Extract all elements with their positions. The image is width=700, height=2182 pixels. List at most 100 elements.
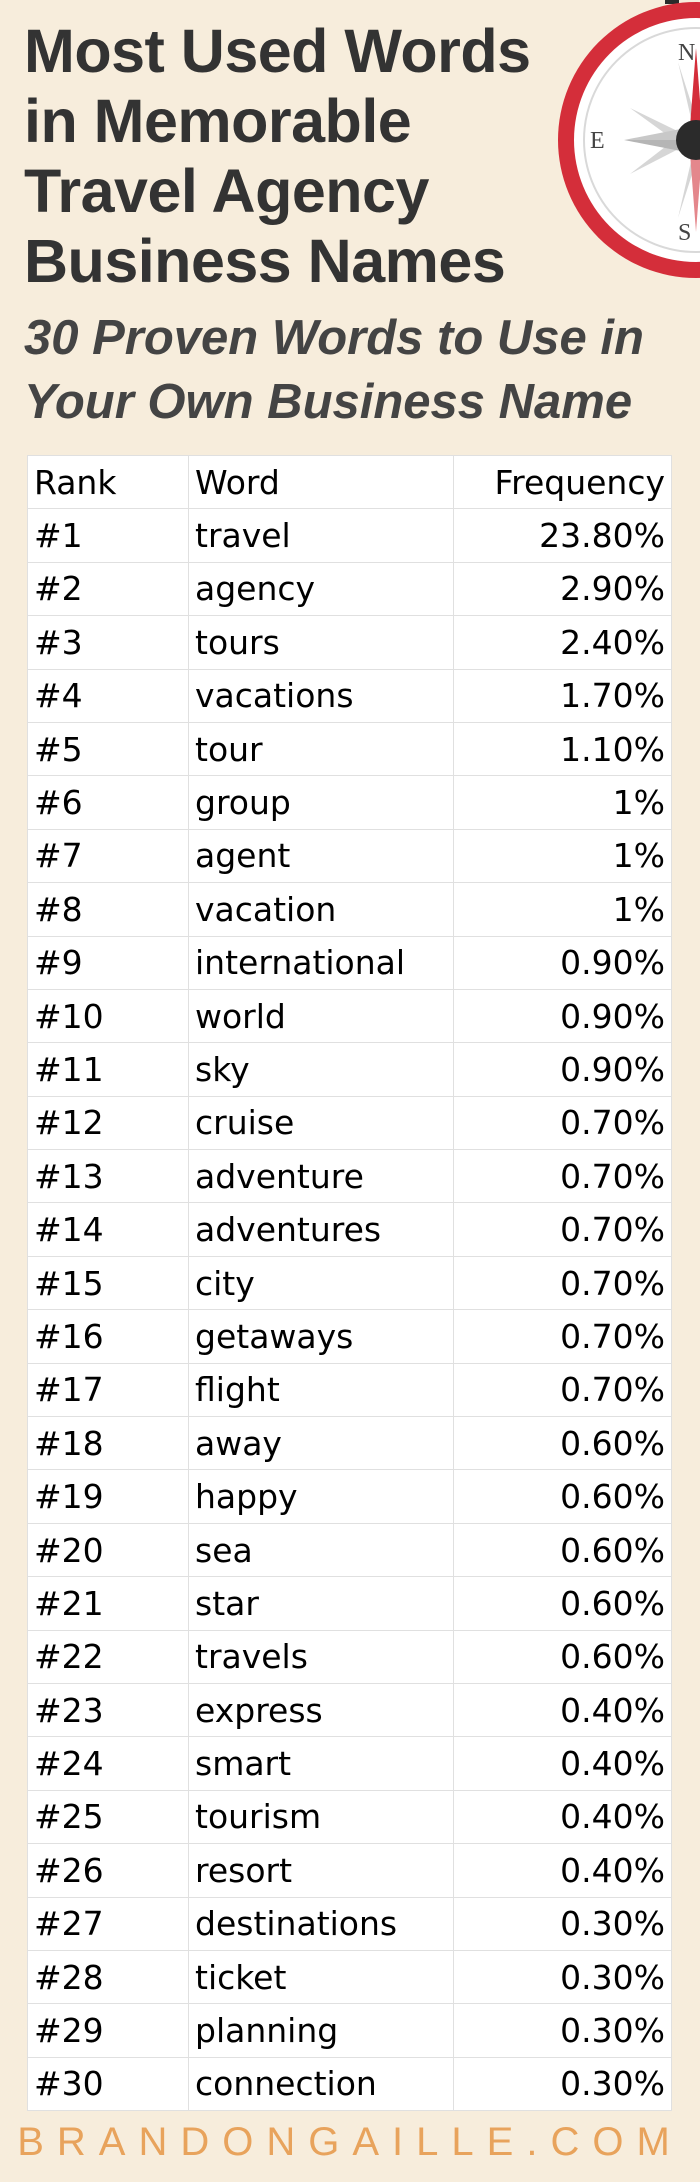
table-row: #10 world 0.90%	[27, 988, 672, 1044]
page-title: Most Used Words in Memorable Travel Agen…	[24, 16, 564, 296]
frequency-cell: 0.40%	[453, 1789, 672, 1845]
frequency-cell: 1.10%	[453, 721, 672, 777]
word-cell: destinations	[188, 1896, 454, 1951]
table-row: #14 adventures 0.70%	[27, 1202, 672, 1257]
table-row: #9 international 0.90%	[27, 935, 672, 990]
rank-cell: #25	[27, 1789, 189, 1845]
frequency-cell: 0.40%	[453, 1682, 672, 1738]
rank-cell: #9	[27, 935, 189, 990]
frequency-cell: 0.40%	[453, 1843, 672, 1898]
frequency-cell: 0.40%	[453, 1736, 672, 1791]
table-row: #7 agent 1%	[27, 828, 672, 884]
word-cell: agent	[188, 828, 454, 884]
word-cell: travel	[188, 508, 454, 563]
word-cell: connection	[188, 2056, 454, 2112]
table-row: #28 ticket 0.30%	[27, 1949, 672, 2005]
frequency-cell: 2.40%	[453, 615, 672, 670]
rank-cell: #19	[27, 1469, 189, 1524]
table-row: #22 travels 0.60%	[27, 1629, 672, 1684]
word-cell: resort	[188, 1843, 454, 1898]
word-cell: travels	[188, 1629, 454, 1684]
rank-cell: #12	[27, 1095, 189, 1151]
frequency-cell: 0.30%	[453, 1949, 672, 2005]
rank-cell: #10	[27, 988, 189, 1044]
frequency-cell: 1.70%	[453, 668, 672, 723]
table-row: #18 away 0.60%	[27, 1416, 672, 1471]
rank-cell: #3	[27, 615, 189, 670]
table-row: #8 vacation 1%	[27, 882, 672, 937]
rank-cell: #29	[27, 2003, 189, 2058]
word-cell: tours	[188, 615, 454, 670]
frequency-cell: 0.30%	[453, 2056, 672, 2112]
title-line: Business Names	[24, 227, 506, 295]
frequency-cell: 0.70%	[453, 1255, 672, 1311]
table-row: #13 adventure 0.70%	[27, 1149, 672, 1204]
subtitle-line: Your Own Business Name	[24, 375, 633, 429]
table-header-row: Rank Word Frequency	[27, 454, 672, 510]
word-frequency-table: Rank Word Frequency #1 travel 23.80% #2 agen…	[27, 454, 672, 2112]
table-row: #11 sky 0.90%	[27, 1042, 672, 1097]
rank-cell: #22	[27, 1629, 189, 1684]
table-row: #12 cruise 0.70%	[27, 1095, 672, 1151]
frequency-cell: 0.70%	[453, 1202, 672, 1257]
word-cell: world	[188, 988, 454, 1044]
word-cell: agency	[188, 561, 454, 617]
table-row: #2 agency 2.90%	[27, 561, 672, 617]
word-cell: ticket	[188, 1949, 454, 2005]
table-row: #3 tours 2.40%	[27, 615, 672, 670]
frequency-cell: 0.90%	[453, 1042, 672, 1097]
table-row: #29 planning 0.30%	[27, 2003, 672, 2058]
table-row: #21 star 0.60%	[27, 1576, 672, 1631]
rank-cell: #13	[27, 1149, 189, 1204]
compass-south-label: S	[678, 220, 691, 246]
header-rank: Rank	[27, 454, 189, 510]
rank-cell: #30	[27, 2056, 189, 2112]
rank-cell: #16	[27, 1309, 189, 1364]
word-cell: group	[188, 775, 454, 830]
compass-east-label: E	[590, 128, 605, 154]
table-row: #16 getaways 0.70%	[27, 1309, 672, 1364]
table-row: #24 smart 0.40%	[27, 1736, 672, 1791]
rank-cell: #7	[27, 828, 189, 884]
frequency-cell: 0.90%	[453, 988, 672, 1044]
rank-cell: #14	[27, 1202, 189, 1257]
frequency-cell: 0.30%	[453, 2003, 672, 2058]
frequency-cell: 0.70%	[453, 1149, 672, 1204]
word-cell: city	[188, 1255, 454, 1311]
word-cell: away	[188, 1416, 454, 1471]
header-word: Word	[188, 454, 454, 510]
word-cell: smart	[188, 1736, 454, 1791]
word-cell: adventures	[188, 1202, 454, 1257]
table-row: #23 express 0.40%	[27, 1682, 672, 1738]
word-cell: happy	[188, 1469, 454, 1524]
frequency-cell: 0.70%	[453, 1362, 672, 1418]
word-cell: star	[188, 1576, 454, 1631]
word-cell: express	[188, 1682, 454, 1738]
table-row: #20 sea 0.60%	[27, 1522, 672, 1578]
table-row: #25 tourism 0.40%	[27, 1789, 672, 1845]
table-row: #4 vacations 1.70%	[27, 668, 672, 723]
page-subtitle: 30 Proven Words to Use in Your Own Busin…	[24, 306, 684, 434]
table-row: #5 tour 1.10%	[27, 721, 672, 777]
title-line: Travel Agency	[24, 157, 429, 225]
frequency-cell: 0.90%	[453, 935, 672, 990]
header-frequency: Frequency	[453, 454, 672, 510]
frequency-cell: 1%	[453, 882, 672, 937]
frequency-cell: 2.90%	[453, 561, 672, 617]
table-row: #30 connection 0.30%	[27, 2056, 672, 2112]
word-cell: vacations	[188, 668, 454, 723]
rank-cell: #24	[27, 1736, 189, 1791]
rank-cell: #2	[27, 561, 189, 617]
rank-cell: #27	[27, 1896, 189, 1951]
word-cell: vacation	[188, 882, 454, 937]
frequency-cell: 1%	[453, 775, 672, 830]
table-row: #1 travel 23.80%	[27, 508, 672, 563]
word-cell: flight	[188, 1362, 454, 1418]
compass-icon: N E S	[546, 0, 700, 290]
title-line: Most Used Words	[24, 17, 531, 85]
frequency-cell: 0.60%	[453, 1416, 672, 1471]
rank-cell: #28	[27, 1949, 189, 2005]
rank-cell: #15	[27, 1255, 189, 1311]
word-cell: planning	[188, 2003, 454, 2058]
frequency-cell: 23.80%	[453, 508, 672, 563]
